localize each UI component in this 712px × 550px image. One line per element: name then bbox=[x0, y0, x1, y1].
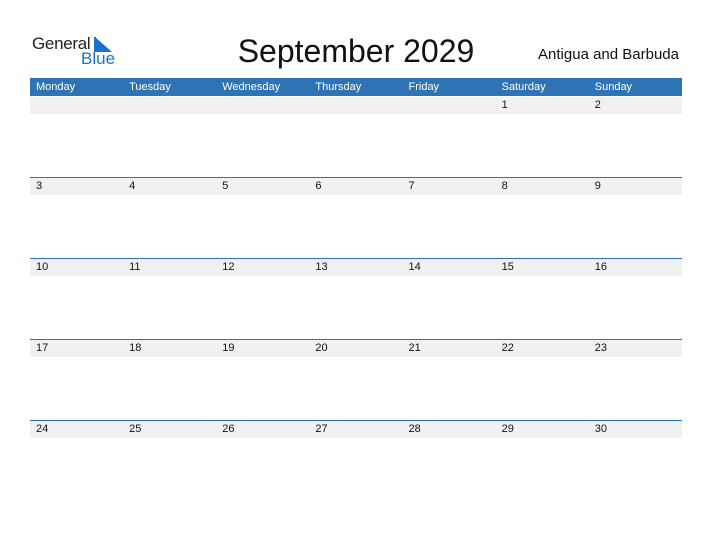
day-cell: 26 bbox=[222, 423, 235, 435]
day-cell: 9 bbox=[594, 180, 601, 192]
week-row: 12 bbox=[30, 97, 682, 114]
day-cell: 14 bbox=[408, 261, 421, 273]
day-cell: 4 bbox=[129, 180, 136, 192]
weekday-header: Monday Tuesday Wednesday Thursday Friday… bbox=[30, 78, 682, 96]
day-cell bbox=[403, 97, 496, 114]
country-label: Antigua and Barbuda bbox=[538, 46, 679, 63]
day-cell: 24 bbox=[36, 423, 49, 435]
day-cell: 19 bbox=[222, 342, 235, 354]
day-cell: 17 bbox=[36, 342, 49, 354]
weekday-tuesday: Tuesday bbox=[129, 81, 171, 93]
week-row: 24 25 26 27 28 29 30 bbox=[30, 420, 682, 438]
day-cell: 27 bbox=[315, 423, 328, 435]
day-cell: 29 bbox=[501, 423, 514, 435]
day-cell bbox=[216, 97, 309, 114]
day-cell: 2 bbox=[594, 99, 601, 111]
day-cell: 8 bbox=[501, 180, 508, 192]
day-cell: 20 bbox=[315, 342, 328, 354]
weekday-sunday: Sunday bbox=[594, 81, 633, 93]
day-cell: 22 bbox=[501, 342, 514, 354]
day-cell: 7 bbox=[408, 180, 415, 192]
day-cell: 3 bbox=[36, 180, 43, 192]
day-cell: 12 bbox=[222, 261, 235, 273]
week-row: 3 4 5 6 7 8 9 bbox=[30, 177, 682, 195]
day-cell: 10 bbox=[36, 261, 49, 273]
day-cell: 16 bbox=[594, 261, 607, 273]
day-cell: 15 bbox=[501, 261, 514, 273]
day-cell: 28 bbox=[408, 423, 421, 435]
day-cell: 21 bbox=[408, 342, 421, 354]
day-cell: 11 bbox=[129, 261, 141, 273]
week-row: 10 11 12 13 14 15 16 bbox=[30, 258, 682, 276]
day-cell: 5 bbox=[222, 180, 229, 192]
day-cell: 18 bbox=[129, 342, 142, 354]
week-row: 17 18 19 20 21 22 23 bbox=[30, 339, 682, 357]
day-cell bbox=[123, 97, 216, 114]
weekday-friday: Friday bbox=[408, 81, 440, 93]
day-cell: 30 bbox=[594, 423, 607, 435]
day-cell: 1 bbox=[501, 99, 508, 111]
day-cell bbox=[309, 97, 402, 114]
day-cell: 25 bbox=[129, 423, 142, 435]
weekday-thursday: Thursday bbox=[315, 81, 362, 93]
day-cell: 23 bbox=[594, 342, 607, 354]
weekday-wednesday: Wednesday bbox=[222, 81, 281, 93]
weekday-monday: Monday bbox=[36, 81, 76, 93]
weekday-saturday: Saturday bbox=[501, 81, 546, 93]
day-cell bbox=[30, 97, 123, 114]
day-cell: 6 bbox=[315, 180, 322, 192]
day-cell: 13 bbox=[315, 261, 328, 273]
